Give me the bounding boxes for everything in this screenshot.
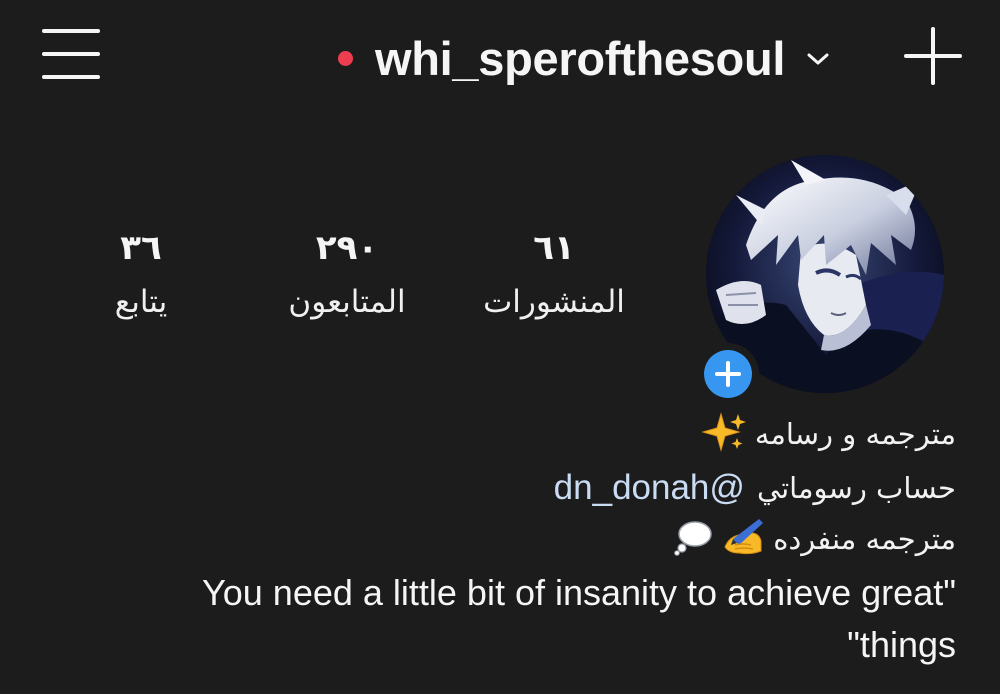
live-status-dot [338,50,353,66]
followers-label: المتابعون [288,284,406,320]
bio-line-1: مترجمه و رسامه [700,410,956,458]
bio-line-3: مترجمه منفرده [673,515,956,563]
followers-count: ٢٩٠ [315,228,379,268]
create-button[interactable] [902,25,964,87]
mention-link[interactable]: dn_donah@ [554,468,745,508]
sparkles-emoji [700,412,747,456]
posts-stat[interactable]: ٦١ المنشورات [483,222,625,330]
bio-line-3-text: مترجمه منفرده [773,522,956,556]
plus-icon [904,27,962,85]
profile-screen: whi_sperofthesoul ٦١ المنشورات ٢٩٠ المتا… [0,0,1000,694]
bio-quote: You need a little bit of insanity to ach… [202,572,956,665]
thought-balloon-emoji [673,518,713,560]
posts-label: المنشورات [483,284,625,320]
bio-line-2: dn_donah@ حساب رسوماتي [554,462,956,514]
menu-button[interactable] [40,27,102,83]
username: whi_sperofthesoul [375,31,786,85]
following-label: يتابع [114,284,168,320]
posts-count: ٦١ [533,228,575,268]
writing-hand-emoji [721,517,765,561]
account-switcher[interactable]: whi_sperofthesoul [338,28,829,88]
chevron-down-icon [807,51,829,70]
add-story-button[interactable] [697,343,759,405]
bio-line-1-text: مترجمه و رسامه [754,417,956,451]
following-stat[interactable]: ٣٦ يتابع [115,222,168,330]
following-count: ٣٦ [120,228,162,268]
plus-circle-icon [704,350,752,398]
bio-line-2-text: حساب رسوماتي [756,471,956,505]
followers-stat[interactable]: ٢٩٠ المتابعون [288,222,405,330]
